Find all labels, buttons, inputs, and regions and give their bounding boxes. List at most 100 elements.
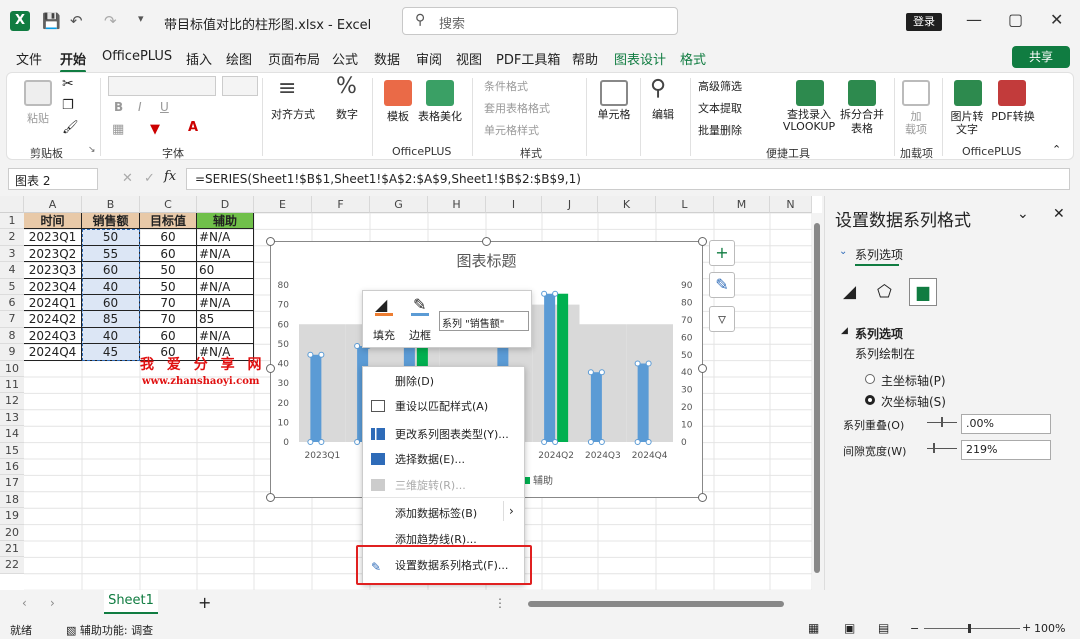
resize-handle[interactable]	[266, 364, 275, 373]
row-header-5[interactable]: 5	[0, 278, 24, 295]
y-axis-tick-label[interactable]: 10	[278, 418, 290, 428]
clipboard-launcher-icon[interactable]: ↘	[88, 145, 96, 155]
table-cell[interactable]: #N/A	[197, 295, 254, 312]
column-header-N[interactable]: N	[770, 196, 812, 213]
row-header-4[interactable]: 4	[0, 262, 24, 279]
horizontal-scrollbar[interactable]	[528, 601, 784, 607]
font-color-icon[interactable]: A	[188, 120, 198, 135]
bar-selection-handle[interactable]	[634, 360, 641, 367]
section-series-options[interactable]: 系列选项	[855, 325, 903, 342]
row-header-15[interactable]: 15	[0, 442, 24, 459]
tab-pdf-tools[interactable]: PDF工具箱	[496, 49, 560, 68]
formula-input[interactable]: =SERIES(Sheet1!$B$1,Sheet1!$A$2:$A$9,She…	[186, 168, 1070, 190]
primary-axis-radio[interactable]	[865, 374, 875, 384]
column-header-D[interactable]: D	[197, 196, 254, 213]
minimize-icon[interactable]: —	[966, 10, 982, 29]
table-cell[interactable]: 2024Q3	[24, 327, 82, 345]
bar-selection-handle[interactable]	[318, 351, 325, 358]
status-accessibility[interactable]: ▧ 辅助功能: 调查	[66, 622, 153, 638]
login-button[interactable]: 登录	[906, 13, 942, 31]
tab-file[interactable]: 文件	[16, 49, 42, 68]
close-icon[interactable]: ✕	[1050, 10, 1063, 29]
tab-help[interactable]: 帮助	[572, 49, 598, 68]
column-header-I[interactable]: I	[486, 196, 542, 213]
table-header-cell[interactable]: 销售额	[82, 213, 140, 230]
customize-qat-icon[interactable]: ▾	[138, 12, 144, 25]
pdf-convert-label[interactable]: PDF转换	[988, 108, 1038, 124]
split-merge-icon[interactable]	[848, 80, 876, 106]
y2-axis-tick-label[interactable]: 90	[681, 281, 693, 291]
y-axis-tick-label[interactable]: 60	[278, 320, 290, 330]
share-button[interactable]: 共享	[1012, 46, 1070, 68]
column-header-H[interactable]: H	[428, 196, 486, 213]
y2-axis-tick-label[interactable]: 60	[681, 333, 693, 343]
y-axis-tick-label[interactable]: 30	[278, 379, 290, 389]
undo-icon[interactable]: ↶	[70, 12, 83, 30]
bold-button[interactable]: B	[114, 100, 123, 114]
bar-selection-handle[interactable]	[552, 439, 559, 445]
confirm-icon[interactable]: ✓	[144, 171, 155, 186]
bar-sales[interactable]	[590, 372, 602, 442]
table-cell[interactable]: 50	[140, 262, 197, 279]
table-cell[interactable]: 85	[197, 311, 254, 328]
resize-handle[interactable]	[698, 364, 707, 373]
y2-axis-tick-label[interactable]: 40	[681, 368, 693, 378]
y-axis-tick-label[interactable]: 80	[278, 281, 290, 291]
table-beautify-label[interactable]: 表格美化	[414, 108, 466, 124]
align-label[interactable]: 对齐方式	[268, 106, 318, 122]
bar-target[interactable]	[626, 324, 673, 442]
paste-icon[interactable]	[24, 80, 52, 106]
tab-review[interactable]: 审阅	[416, 49, 442, 68]
y-axis-tick-label[interactable]: 70	[278, 301, 290, 311]
menu-delete[interactable]: 删除(D)	[371, 373, 434, 389]
tab-chart-design[interactable]: 图表设计	[614, 49, 666, 68]
secondary-axis-radio[interactable]	[865, 395, 875, 405]
overlap-slider[interactable]	[927, 417, 957, 427]
y2-axis-tick-label[interactable]: 0	[681, 438, 687, 448]
table-cell[interactable]: #N/A	[197, 245, 254, 263]
menu-reset-style[interactable]: 重设以匹配样式(A)	[371, 398, 488, 414]
next-sheet-icon[interactable]: ›	[50, 596, 55, 610]
select-all-corner[interactable]	[0, 196, 24, 213]
menu-change-chart-type[interactable]: 更改系列图表类型(Y)...	[371, 426, 509, 442]
row-header-18[interactable]: 18	[0, 491, 24, 509]
prev-sheet-icon[interactable]: ‹	[22, 596, 27, 610]
row-header-9[interactable]: 9	[0, 344, 24, 361]
fill-label[interactable]: 填充	[373, 327, 395, 343]
cells-label[interactable]: 单元格	[594, 106, 634, 122]
format-painter-icon[interactable]: 🖌	[62, 120, 79, 135]
column-header-L[interactable]: L	[656, 196, 714, 213]
zoom-slider[interactable]	[924, 624, 1020, 633]
zoom-in-icon[interactable]: +	[1022, 621, 1031, 634]
batch-delete-button[interactable]: 批量删除	[698, 122, 742, 138]
italic-button[interactable]: I	[138, 100, 142, 114]
bar-target[interactable]	[299, 324, 346, 442]
maximize-icon[interactable]: ▢	[1008, 10, 1023, 29]
table-cell[interactable]: #N/A	[197, 229, 254, 246]
editing-label[interactable]: 编辑	[648, 106, 678, 122]
column-header-G[interactable]: G	[370, 196, 428, 213]
table-cell[interactable]: 60	[140, 327, 197, 345]
table-cell[interactable]: #N/A	[197, 327, 254, 345]
column-header-J[interactable]: J	[542, 196, 598, 213]
redo-icon[interactable]: ↷	[104, 12, 117, 30]
pdf-convert-icon[interactable]	[998, 80, 1026, 106]
bar-sales[interactable]	[310, 354, 322, 442]
tab-data[interactable]: 数据	[374, 49, 400, 68]
row-header-16[interactable]: 16	[0, 459, 24, 476]
collapse-ribbon-icon[interactable]: ⌃	[1052, 143, 1061, 156]
split-merge-label-2[interactable]: 表格	[836, 120, 888, 136]
primary-axis-label[interactable]: 主坐标轴(P)	[881, 372, 946, 389]
table-beautify-icon[interactable]	[426, 80, 454, 106]
tab-page-layout[interactable]: 页面布局	[268, 49, 320, 68]
resize-handle[interactable]	[698, 237, 707, 246]
bar-selection-handle[interactable]	[598, 439, 605, 445]
row-header-22[interactable]: 22	[0, 557, 24, 574]
font-family-select[interactable]	[108, 76, 216, 96]
number-label[interactable]: 数字	[330, 106, 364, 122]
y2-axis-tick-label[interactable]: 10	[681, 421, 693, 431]
bar-selection-handle[interactable]	[587, 369, 594, 376]
row-header-19[interactable]: 19	[0, 508, 24, 525]
page-layout-view-icon[interactable]: ▣	[844, 621, 855, 635]
overlap-input[interactable]: .00%	[961, 414, 1051, 434]
